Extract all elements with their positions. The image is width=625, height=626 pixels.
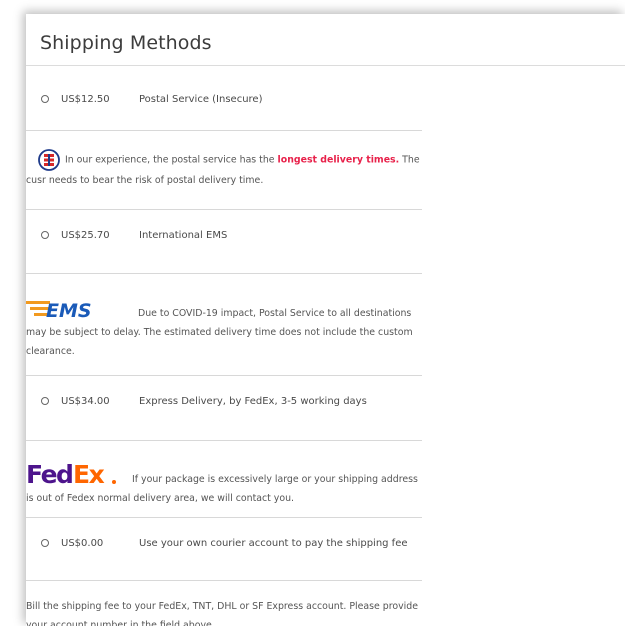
divider: [26, 440, 422, 441]
label-own-account: Use your own courier account to pay the …: [139, 537, 408, 549]
shipping-option-fedex[interactable]: US$34.00 Express Delivery, by FedEx, 3-5…: [41, 392, 367, 410]
price-ems: US$25.70: [61, 229, 110, 241]
ems-logo-text: EMS: [46, 300, 92, 320]
divider: [26, 273, 422, 274]
ems-logo-icon: EMS: [26, 300, 92, 320]
divider: [26, 130, 422, 131]
note-postal-text-1: In our experience, the postal service ha…: [65, 154, 278, 166]
fedex-logo-fed: Fed: [26, 460, 72, 488]
note-postal: In our experience, the postal service ha…: [26, 149, 426, 190]
shipping-methods-panel: Shipping Methods US$12.50 Postal Service…: [26, 14, 625, 626]
postal-service-logo-icon: [38, 149, 60, 171]
fedex-logo-ex: Ex: [73, 460, 105, 488]
note-ems: EMS Due to COVID-19 impact, Postal Servi…: [26, 298, 426, 361]
radio-fedex[interactable]: [41, 397, 49, 405]
shipping-option-own-account[interactable]: US$0.00 Use your own courier account to …: [41, 534, 408, 552]
note-fedex-text-1: If your package is excessively large or …: [132, 474, 418, 485]
label-postal: Postal Service (Insecure): [139, 93, 263, 105]
divider: [26, 580, 422, 581]
label-ems: International EMS: [139, 229, 228, 241]
shipping-option-postal[interactable]: US$12.50 Postal Service (Insecure): [41, 90, 262, 108]
divider: [26, 209, 422, 210]
note-ems-text-2: may be subject to delay. The estimated d…: [26, 327, 413, 357]
price-fedex: US$34.00: [61, 395, 110, 407]
shipping-option-ems[interactable]: US$25.70 International EMS: [41, 226, 227, 244]
note-own-account-text: Bill the shipping fee to your FedEx, TNT…: [26, 601, 418, 626]
price-own-account: US$0.00: [61, 537, 104, 549]
note-ems-text-1: Due to COVID-19 impact, Postal Service t…: [138, 308, 412, 319]
radio-ems[interactable]: [41, 231, 49, 239]
label-fedex: Express Delivery, by FedEx, 3-5 working …: [139, 395, 367, 407]
fedex-logo-icon: Fed Ex: [26, 460, 116, 488]
note-postal-highlight: longest delivery times.: [277, 154, 400, 166]
divider: [26, 375, 422, 376]
note-fedex: Fed Ex If your package is excessively la…: [26, 460, 426, 508]
divider: [26, 517, 422, 518]
radio-own-account[interactable]: [41, 539, 49, 547]
note-fedex-text-2: is out of Fedex normal delivery area, we…: [26, 493, 295, 504]
page-title: Shipping Methods: [40, 32, 212, 54]
price-postal: US$12.50: [61, 93, 110, 105]
radio-postal[interactable]: [41, 95, 49, 103]
note-own-account: Bill the shipping fee to your FedEx, TNT…: [26, 597, 426, 626]
title-divider: [26, 65, 625, 66]
